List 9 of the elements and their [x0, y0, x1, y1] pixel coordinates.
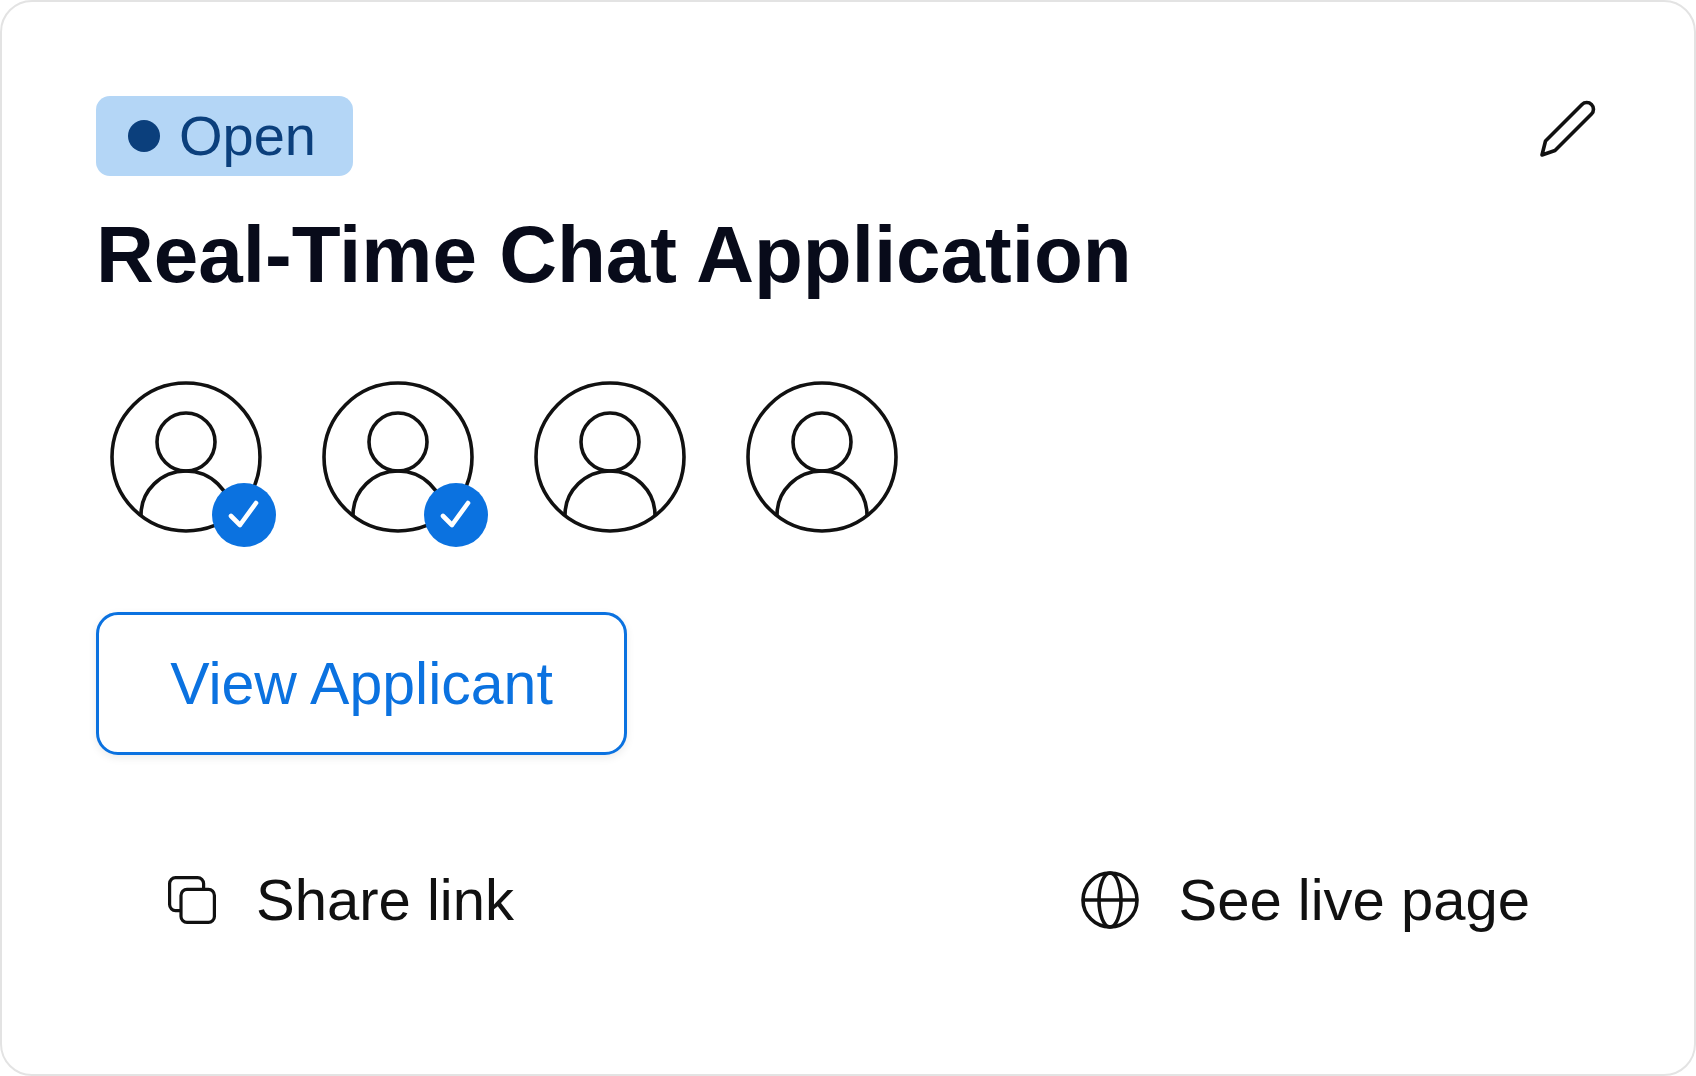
globe-icon: [1080, 871, 1139, 930]
status-dot-icon: [128, 120, 160, 152]
pencil-icon[interactable]: [1539, 100, 1597, 158]
live-page-link[interactable]: See live page: [1080, 867, 1530, 934]
copy-icon: [168, 876, 216, 925]
status-label: Open: [179, 103, 316, 169]
card-title: Real-Time Chat Application: [96, 209, 1132, 301]
share-link-button[interactable]: Share link: [168, 867, 514, 934]
view-applicant-button[interactable]: View Applicant: [96, 612, 627, 755]
